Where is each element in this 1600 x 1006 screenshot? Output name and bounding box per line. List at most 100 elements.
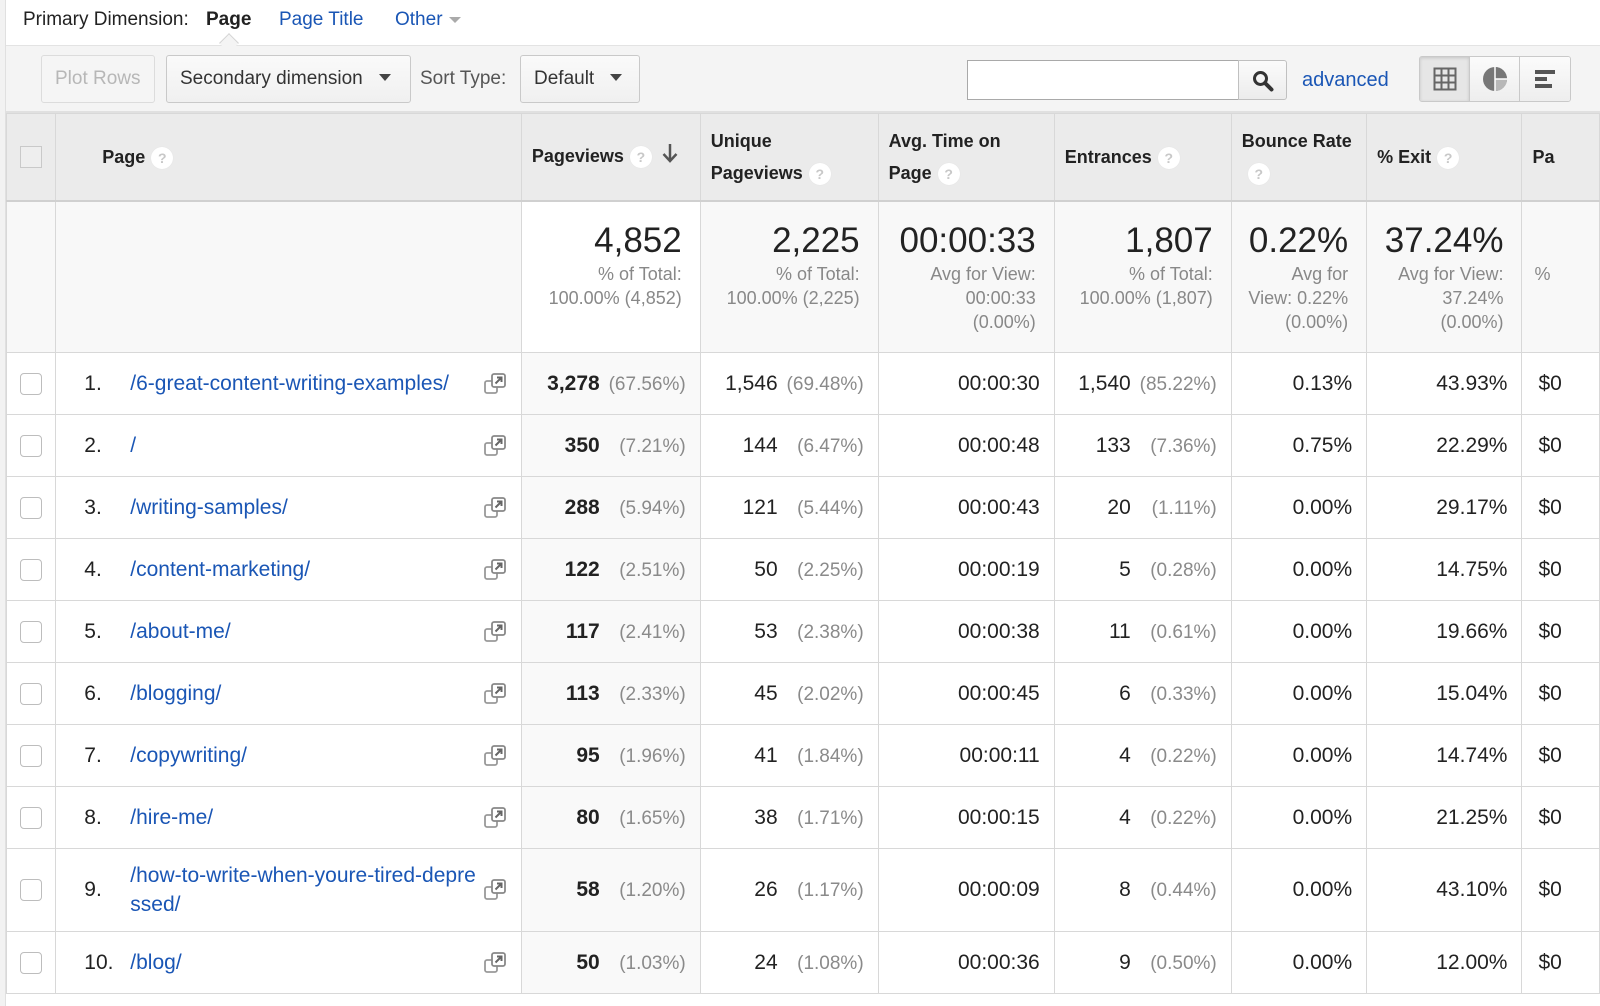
row-checkbox[interactable] [20, 620, 43, 643]
column-header-page[interactable]: Page? [55, 113, 522, 202]
open-in-new-window-icon[interactable] [483, 558, 507, 588]
page-link[interactable]: /about-me/ [130, 617, 480, 646]
column-header-entrances[interactable]: Entrances? [1053, 113, 1232, 202]
row-checkbox[interactable] [20, 744, 43, 767]
table-row: 5. /about-me/ 117 (2.41%) 53 (2.38%) 00:00… [5, 600, 1600, 663]
row-checkbox[interactable] [20, 682, 43, 705]
pageviews-percent: (2.51%) [619, 559, 686, 581]
unique-pageviews-percent: (2.02%) [797, 683, 864, 705]
entrances-value: 1,540 [1078, 371, 1131, 395]
summary-note: (0.00%) [1285, 311, 1349, 332]
open-in-new-window-icon[interactable] [483, 951, 507, 981]
plot-rows-button[interactable]: Plot Rows [41, 55, 155, 103]
help-icon[interactable]: ? [1437, 147, 1460, 169]
bounce-rate-cell: 0.00% [1230, 848, 1368, 932]
column-header-exit[interactable]: % Exit? [1366, 113, 1523, 202]
row-checkbox[interactable] [20, 951, 43, 974]
row-checkbox[interactable] [20, 372, 43, 395]
row-checkbox[interactable] [20, 806, 43, 829]
bar-view-button[interactable] [1520, 57, 1570, 101]
row-checkbox[interactable] [20, 434, 43, 457]
pie-view-button[interactable] [1470, 57, 1520, 101]
unique-pageviews-value: 144 [742, 433, 778, 457]
column-header-pageviews[interactable]: Pageviews? [520, 113, 701, 202]
page-link[interactable]: / [130, 431, 480, 460]
help-icon[interactable]: ? [1247, 163, 1270, 185]
primary-dimension-page[interactable]: Page [206, 9, 251, 31]
page-link[interactable]: /blog/ [130, 948, 480, 977]
page-link[interactable]: /6-great-content-writing-examples/ [130, 369, 480, 398]
select-all-checkbox[interactable] [20, 145, 43, 168]
page-link[interactable]: /hire-me/ [130, 803, 480, 832]
sort-descending-icon [662, 141, 678, 173]
column-header-page-value[interactable]: Pa [1521, 113, 1600, 202]
entrances-percent: (0.61%) [1150, 621, 1217, 643]
pageviews-cell: 50 (1.03%) [520, 931, 701, 994]
entrances-cell: 11 (0.61%) [1053, 600, 1232, 663]
unique-pageviews-percent: (5.44%) [797, 497, 864, 519]
open-in-new-window-icon[interactable] [483, 496, 507, 526]
search-button[interactable] [1238, 60, 1287, 100]
help-icon[interactable]: ? [808, 163, 831, 185]
column-header-avg-time-on-page[interactable]: Avg. Time on Page? [877, 113, 1055, 202]
page-link[interactable]: /how-to-write-when-youre-tired-depressed… [130, 861, 480, 919]
page-link[interactable]: /copywriting/ [130, 741, 480, 770]
entrances-value: 9 [1119, 950, 1131, 974]
summary-note: 00:00:33 [965, 287, 1036, 308]
help-icon[interactable]: ? [151, 147, 174, 169]
summary-note: % [1534, 263, 1551, 284]
page-value: $0 [1538, 557, 1562, 581]
row-select-cell [5, 538, 57, 601]
exit-value: 43.93% [1436, 371, 1508, 395]
advanced-filter-link[interactable]: advanced [1302, 69, 1389, 92]
page-cell: 9. /how-to-write-when-youre-tired-depres… [55, 848, 522, 932]
unique-pageviews-value: 1,546 [725, 371, 778, 395]
entrances-value: 8 [1119, 878, 1131, 901]
bounce-rate-value: 0.00% [1292, 878, 1353, 901]
exit-value: 14.74% [1436, 743, 1508, 767]
open-in-new-window-icon[interactable] [483, 682, 507, 712]
grid-view-button[interactable] [1420, 57, 1470, 101]
bounce-rate-value: 0.00% [1292, 619, 1353, 643]
page-value: $0 [1538, 681, 1562, 705]
primary-dimension-other[interactable]: Other [395, 9, 461, 31]
summary-note: 100.00% (1,807) [1079, 287, 1213, 308]
page-value: $0 [1538, 878, 1562, 901]
pageviews-percent: (1.96%) [619, 745, 686, 767]
help-icon[interactable]: ? [629, 146, 652, 169]
open-in-new-window-icon[interactable] [483, 878, 507, 908]
unique-pageviews-cell: 26 (1.17%) [699, 848, 879, 932]
help-icon[interactable]: ? [937, 163, 960, 185]
page-link[interactable]: /blogging/ [130, 679, 480, 708]
open-in-new-window-icon[interactable] [483, 372, 507, 402]
row-checkbox[interactable] [20, 879, 43, 902]
page-link[interactable]: /writing-samples/ [130, 493, 480, 522]
page-cell: 2. / [55, 414, 522, 477]
page-link[interactable]: /content-marketing/ [130, 555, 480, 584]
chevron-down-icon [448, 16, 461, 23]
open-in-new-window-icon[interactable] [483, 620, 507, 650]
open-in-new-window-icon[interactable] [483, 806, 507, 836]
open-in-new-window-icon[interactable] [483, 744, 507, 774]
avg-time-cell: 00:00:19 [877, 538, 1055, 601]
row-checkbox[interactable] [20, 496, 43, 519]
pageviews-cell: 80 (1.65%) [520, 786, 701, 849]
help-icon[interactable]: ? [1157, 147, 1180, 169]
column-header-unique-pageviews[interactable]: Unique Pageviews? [699, 113, 879, 202]
primary-dimension-page-title[interactable]: Page Title [279, 9, 364, 31]
column-label: Page [102, 146, 146, 167]
unique-pageviews-percent: (2.25%) [797, 559, 864, 581]
open-in-new-window-icon[interactable] [483, 434, 507, 464]
entrances-cell: 5 (0.28%) [1053, 538, 1232, 601]
sort-type-dropdown[interactable]: Default [520, 55, 640, 103]
bounce-rate-cell: 0.00% [1230, 724, 1368, 787]
pageviews-cell: 117 (2.41%) [520, 600, 701, 663]
column-header-bounce-rate[interactable]: Bounce Rate? [1230, 113, 1368, 202]
secondary-dimension-dropdown[interactable]: Secondary dimension [166, 55, 411, 103]
page-cell: 10. /blog/ [55, 931, 522, 994]
summary-value: 1,807 [1125, 220, 1213, 260]
summary-note: Avg for View: [930, 263, 1036, 284]
table-search-input[interactable] [967, 60, 1239, 100]
select-all-header [5, 113, 57, 202]
row-checkbox[interactable] [20, 558, 43, 581]
